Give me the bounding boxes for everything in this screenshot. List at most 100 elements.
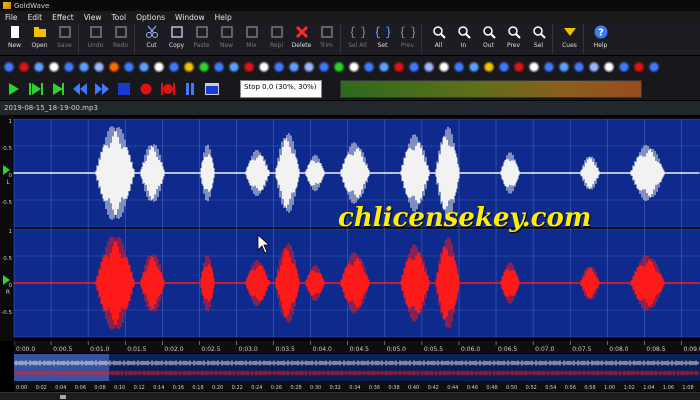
- toolbar-mix-button-9[interactable]: Mix: [239, 23, 264, 55]
- toolbar-undo-button-3[interactable]: Undo: [83, 23, 108, 55]
- stop-button[interactable]: [116, 82, 132, 96]
- menu-view[interactable]: View: [79, 13, 107, 22]
- toolbar-out-button-18[interactable]: Out: [476, 23, 501, 55]
- effect-tool-icon-38[interactable]: [573, 61, 585, 73]
- menu-options[interactable]: Options: [131, 13, 170, 22]
- effect-tool-icon-27[interactable]: [408, 61, 420, 73]
- effect-tool-icon-30[interactable]: [453, 61, 465, 73]
- effect-tool-icon-12[interactable]: [183, 61, 195, 73]
- effect-tool-icon-2[interactable]: [33, 61, 45, 73]
- toolbar-cut-button-5[interactable]: Cut: [139, 23, 164, 55]
- effect-tool-icon-1[interactable]: [18, 61, 30, 73]
- toolbar-prev-button-15[interactable]: { } Prev: [395, 23, 420, 55]
- effect-tool-icon-42[interactable]: [633, 61, 645, 73]
- effect-tool-icon-37[interactable]: [558, 61, 570, 73]
- time-tick-label: 0:00.0: [16, 346, 35, 353]
- select-all-icon: { }: [351, 25, 365, 39]
- toolbar-help-button-22[interactable]: ? Help: [588, 23, 613, 55]
- toolbar-repl-button-10[interactable]: Repl: [264, 23, 289, 55]
- effect-tool-icon-4[interactable]: [63, 61, 75, 73]
- effect-tool-icon-24[interactable]: [363, 61, 375, 73]
- effect-tool-icon-5[interactable]: [78, 61, 90, 73]
- device-controls-icon[interactable]: [204, 82, 220, 96]
- effect-tool-icon-36[interactable]: [543, 61, 555, 73]
- rewind-button[interactable]: [72, 82, 88, 96]
- effect-tool-icon-31[interactable]: [468, 61, 480, 73]
- overview-tick-label: 0:40: [408, 385, 419, 391]
- record-selection-button[interactable]: [160, 82, 176, 96]
- effect-tool-icon-11[interactable]: [168, 61, 180, 73]
- effect-tool-icon-6[interactable]: [93, 61, 105, 73]
- pause-button[interactable]: [182, 82, 198, 96]
- effect-tool-icon-33[interactable]: [498, 61, 510, 73]
- menu-edit[interactable]: Edit: [23, 13, 48, 22]
- effect-tool-icon-23[interactable]: [348, 61, 360, 73]
- effect-tool-icon-19[interactable]: [288, 61, 300, 73]
- toolbar-new-button-0[interactable]: New: [2, 23, 27, 55]
- effect-tool-icon-43[interactable]: [648, 61, 660, 73]
- overview-tick-label: 0:22: [232, 385, 243, 391]
- toolbar-sel-all-button-13[interactable]: { } Sel All: [345, 23, 370, 55]
- effect-tool-icon-17[interactable]: [258, 61, 270, 73]
- overview-tick-label: 1:02: [624, 385, 635, 391]
- effect-tool-icon-3[interactable]: [48, 61, 60, 73]
- play-selection-button[interactable]: [28, 82, 44, 96]
- record-button[interactable]: [138, 82, 154, 96]
- overview-waveform[interactable]: [14, 354, 700, 381]
- fast-forward-button[interactable]: [94, 82, 110, 96]
- toolbar-delete-button-11[interactable]: Delete: [289, 23, 314, 55]
- effect-tool-icon-10[interactable]: [153, 61, 165, 73]
- toolbar-copy-button-6[interactable]: Copy: [164, 23, 189, 55]
- effect-tool-icon-16[interactable]: [243, 61, 255, 73]
- effect-tool-icon-39[interactable]: [588, 61, 600, 73]
- effect-tool-icon-22[interactable]: [333, 61, 345, 73]
- effect-tool-icon-9[interactable]: [138, 61, 150, 73]
- toolbar-redo-button-4[interactable]: Redo: [108, 23, 133, 55]
- effect-tool-icon-18[interactable]: [273, 61, 285, 73]
- effect-tool-icon-8[interactable]: [123, 61, 135, 73]
- toolbar-new-button-8[interactable]: New: [214, 23, 239, 55]
- menu-effect[interactable]: Effect: [47, 13, 79, 22]
- toolbar-paste-button-7[interactable]: Paste: [189, 23, 214, 55]
- menu-help[interactable]: Help: [210, 13, 237, 22]
- toolbar-button-label: Undo: [87, 42, 104, 49]
- effect-tool-icon-21[interactable]: [318, 61, 330, 73]
- toolbar-button-label: Cut: [146, 42, 157, 49]
- effect-tool-icon-41[interactable]: [618, 61, 630, 73]
- effect-tool-icon-20[interactable]: [303, 61, 315, 73]
- toolbar-save-button-2[interactable]: Save: [52, 23, 77, 55]
- menu-bar: File Edit Effect View Tool Options Window Help: [0, 11, 700, 23]
- menu-file[interactable]: File: [0, 13, 23, 22]
- toolbar-set-button-14[interactable]: { } Set: [370, 23, 395, 55]
- overview-tick-label: 0:24: [251, 385, 262, 391]
- menu-window[interactable]: Window: [170, 13, 210, 22]
- scrollbar-thumb[interactable]: [60, 395, 66, 399]
- effect-tool-icon-13[interactable]: [198, 61, 210, 73]
- toolbar-in-button-17[interactable]: In: [451, 23, 476, 55]
- effect-tool-icon-32[interactable]: [483, 61, 495, 73]
- effect-tool-icon-28[interactable]: [423, 61, 435, 73]
- effect-tool-icon-29[interactable]: [438, 61, 450, 73]
- effect-tool-icon-34[interactable]: [513, 61, 525, 73]
- effect-tool-icon-35[interactable]: [528, 61, 540, 73]
- menu-tool[interactable]: Tool: [107, 13, 132, 22]
- effect-tool-icon-26[interactable]: [393, 61, 405, 73]
- play-loop-button[interactable]: [50, 82, 66, 96]
- effect-tool-icon-0[interactable]: [3, 61, 15, 73]
- effect-tool-icon-25[interactable]: [378, 61, 390, 73]
- toolbar-prev-button-19[interactable]: Prev: [501, 23, 526, 55]
- toolbar-button-label: Sel: [533, 42, 544, 49]
- effect-tool-icon-7[interactable]: [108, 61, 120, 73]
- toolbar-cues-button-21[interactable]: Cues: [557, 23, 582, 55]
- effect-tool-icon-40[interactable]: [603, 61, 615, 73]
- horizontal-scrollbar[interactable]: [0, 392, 700, 400]
- effect-tool-icon-14[interactable]: [213, 61, 225, 73]
- toolbar-trim-button-12[interactable]: Trim: [314, 23, 339, 55]
- toolbar-button-label: Set: [377, 42, 388, 49]
- play-button[interactable]: [6, 82, 22, 96]
- toolbar-all-button-16[interactable]: All: [426, 23, 451, 55]
- effect-tool-icon-15[interactable]: [228, 61, 240, 73]
- document-tab[interactable]: 2019-08-15_18-19-00.mp3: [0, 101, 700, 115]
- toolbar-open-button-1[interactable]: Open: [27, 23, 52, 55]
- toolbar-sel-button-20[interactable]: Sel: [526, 23, 551, 55]
